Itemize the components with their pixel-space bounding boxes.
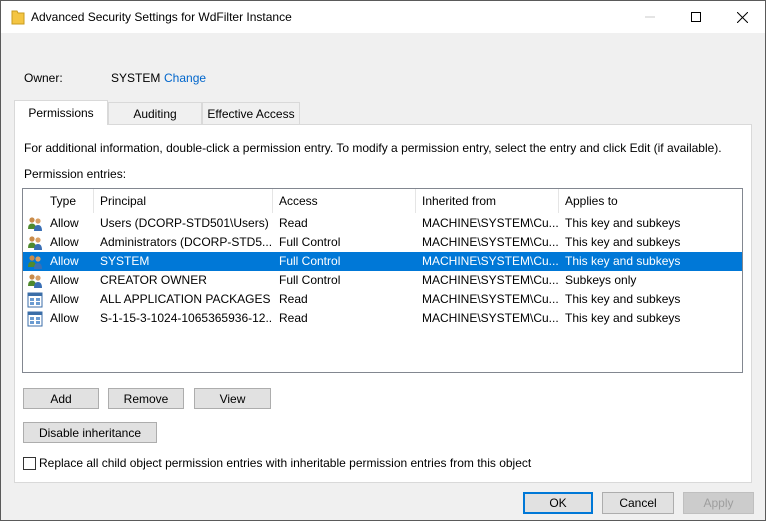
- close-icon: [736, 11, 748, 23]
- cell-principal: ALL APPLICATION PACKAGES: [100, 292, 271, 306]
- tab-effective-access[interactable]: Effective Access: [202, 102, 300, 124]
- tab-auditing[interactable]: Auditing: [108, 102, 202, 124]
- cell-inherited-from: MACHINE\SYSTEM\Cu...: [422, 216, 559, 230]
- cell-applies-to: This key and subkeys: [565, 235, 681, 249]
- owner-label: Owner:: [24, 71, 63, 85]
- cell-applies-to: This key and subkeys: [565, 254, 681, 268]
- disable-inheritance-button[interactable]: Disable inheritance: [23, 422, 157, 443]
- cell-principal: S-1-15-3-1024-1065365936-12...: [100, 311, 273, 325]
- cell-type: Allow: [50, 292, 79, 306]
- permission-entries-list[interactable]: Type Principal Access Inherited from App…: [22, 188, 743, 373]
- permission-entries-label: Permission entries:: [24, 167, 127, 181]
- cell-type: Allow: [50, 254, 79, 268]
- column-header-applies-to[interactable]: Applies to: [559, 189, 742, 213]
- cell-access: Read: [279, 311, 308, 325]
- owner-value: SYSTEM: [111, 71, 161, 85]
- table-row[interactable]: Allow ALL APPLICATION PACKAGES Read MACHINE…: [23, 290, 742, 309]
- column-header-access[interactable]: Access: [273, 189, 416, 213]
- cell-principal: Users (DCORP-STD501\Users): [100, 216, 269, 230]
- remove-button[interactable]: Remove: [108, 388, 184, 409]
- cell-access: Read: [279, 292, 308, 306]
- cell-inherited-from: MACHINE\SYSTEM\Cu...: [422, 292, 559, 306]
- cell-principal: Administrators (DCORP-STD5...: [100, 235, 273, 249]
- cell-principal: CREATOR OWNER: [100, 273, 207, 287]
- change-owner-link[interactable]: Change: [164, 71, 206, 85]
- users-group-icon: [27, 235, 43, 251]
- table-row[interactable]: Allow S-1-15-3-1024-1065365936-12... Read M…: [23, 309, 742, 328]
- close-button[interactable]: [719, 1, 765, 33]
- minimize-button[interactable]: [627, 1, 673, 33]
- cell-applies-to: This key and subkeys: [565, 216, 681, 230]
- maximize-button[interactable]: [673, 1, 719, 33]
- app-package-icon: [27, 292, 43, 308]
- ok-button[interactable]: OK: [523, 492, 593, 514]
- table-row[interactable]: Allow Administrators (DCORP-STD5... Full C…: [23, 233, 742, 252]
- add-button[interactable]: Add: [23, 388, 99, 409]
- cell-applies-to: This key and subkeys: [565, 311, 681, 325]
- cell-inherited-from: MACHINE\SYSTEM\Cu...: [422, 254, 559, 268]
- cell-access: Full Control: [279, 273, 341, 287]
- cell-inherited-from: MACHINE\SYSTEM\Cu...: [422, 235, 559, 249]
- replace-child-entries-checkbox[interactable]: [23, 457, 36, 470]
- column-header-inherited-from[interactable]: Inherited from: [416, 189, 559, 213]
- maximize-icon: [691, 12, 701, 22]
- cell-access: Full Control: [279, 254, 341, 268]
- cell-inherited-from: MACHINE\SYSTEM\Cu...: [422, 273, 559, 287]
- table-row[interactable]: Allow Users (DCORP-STD501\Users) Read MACHI…: [23, 214, 742, 233]
- users-group-icon: [27, 273, 43, 289]
- window-title: Advanced Security Settings for WdFilter …: [31, 10, 292, 24]
- folder-icon: [11, 9, 25, 25]
- tab-permissions[interactable]: Permissions: [14, 100, 108, 125]
- cell-type: Allow: [50, 311, 79, 325]
- cell-access: Read: [279, 216, 308, 230]
- info-text: For additional information, double-click…: [24, 141, 722, 155]
- users-group-icon: [27, 216, 43, 232]
- cell-type: Allow: [50, 273, 79, 287]
- users-group-icon: [27, 254, 43, 270]
- cell-access: Full Control: [279, 235, 341, 249]
- cell-type: Allow: [50, 216, 79, 230]
- column-header-type[interactable]: Type: [44, 189, 94, 213]
- cell-applies-to: Subkeys only: [565, 273, 637, 287]
- title-bar[interactable]: Advanced Security Settings for WdFilter …: [1, 1, 765, 33]
- view-button[interactable]: View: [194, 388, 271, 409]
- minimize-icon: [645, 16, 655, 18]
- app-package-icon: [27, 311, 43, 327]
- cell-inherited-from: MACHINE\SYSTEM\Cu...: [422, 311, 559, 325]
- security-settings-window: Advanced Security Settings for WdFilter …: [0, 0, 766, 521]
- replace-child-entries-label[interactable]: Replace all child object permission entr…: [39, 456, 531, 470]
- column-header-principal[interactable]: Principal: [94, 189, 273, 213]
- cell-principal: SYSTEM: [100, 254, 150, 268]
- list-header: Type Principal Access Inherited from App…: [23, 189, 742, 213]
- cell-type: Allow: [50, 235, 79, 249]
- table-row[interactable]: Allow CREATOR OWNER Full Control MACHINE\SY…: [23, 271, 742, 290]
- apply-button[interactable]: Apply: [683, 492, 754, 514]
- table-row[interactable]: Allow SYSTEM Full Control MACHINE\SYSTEM\Cu…: [23, 252, 742, 271]
- cell-applies-to: This key and subkeys: [565, 292, 681, 306]
- cancel-button[interactable]: Cancel: [602, 492, 674, 514]
